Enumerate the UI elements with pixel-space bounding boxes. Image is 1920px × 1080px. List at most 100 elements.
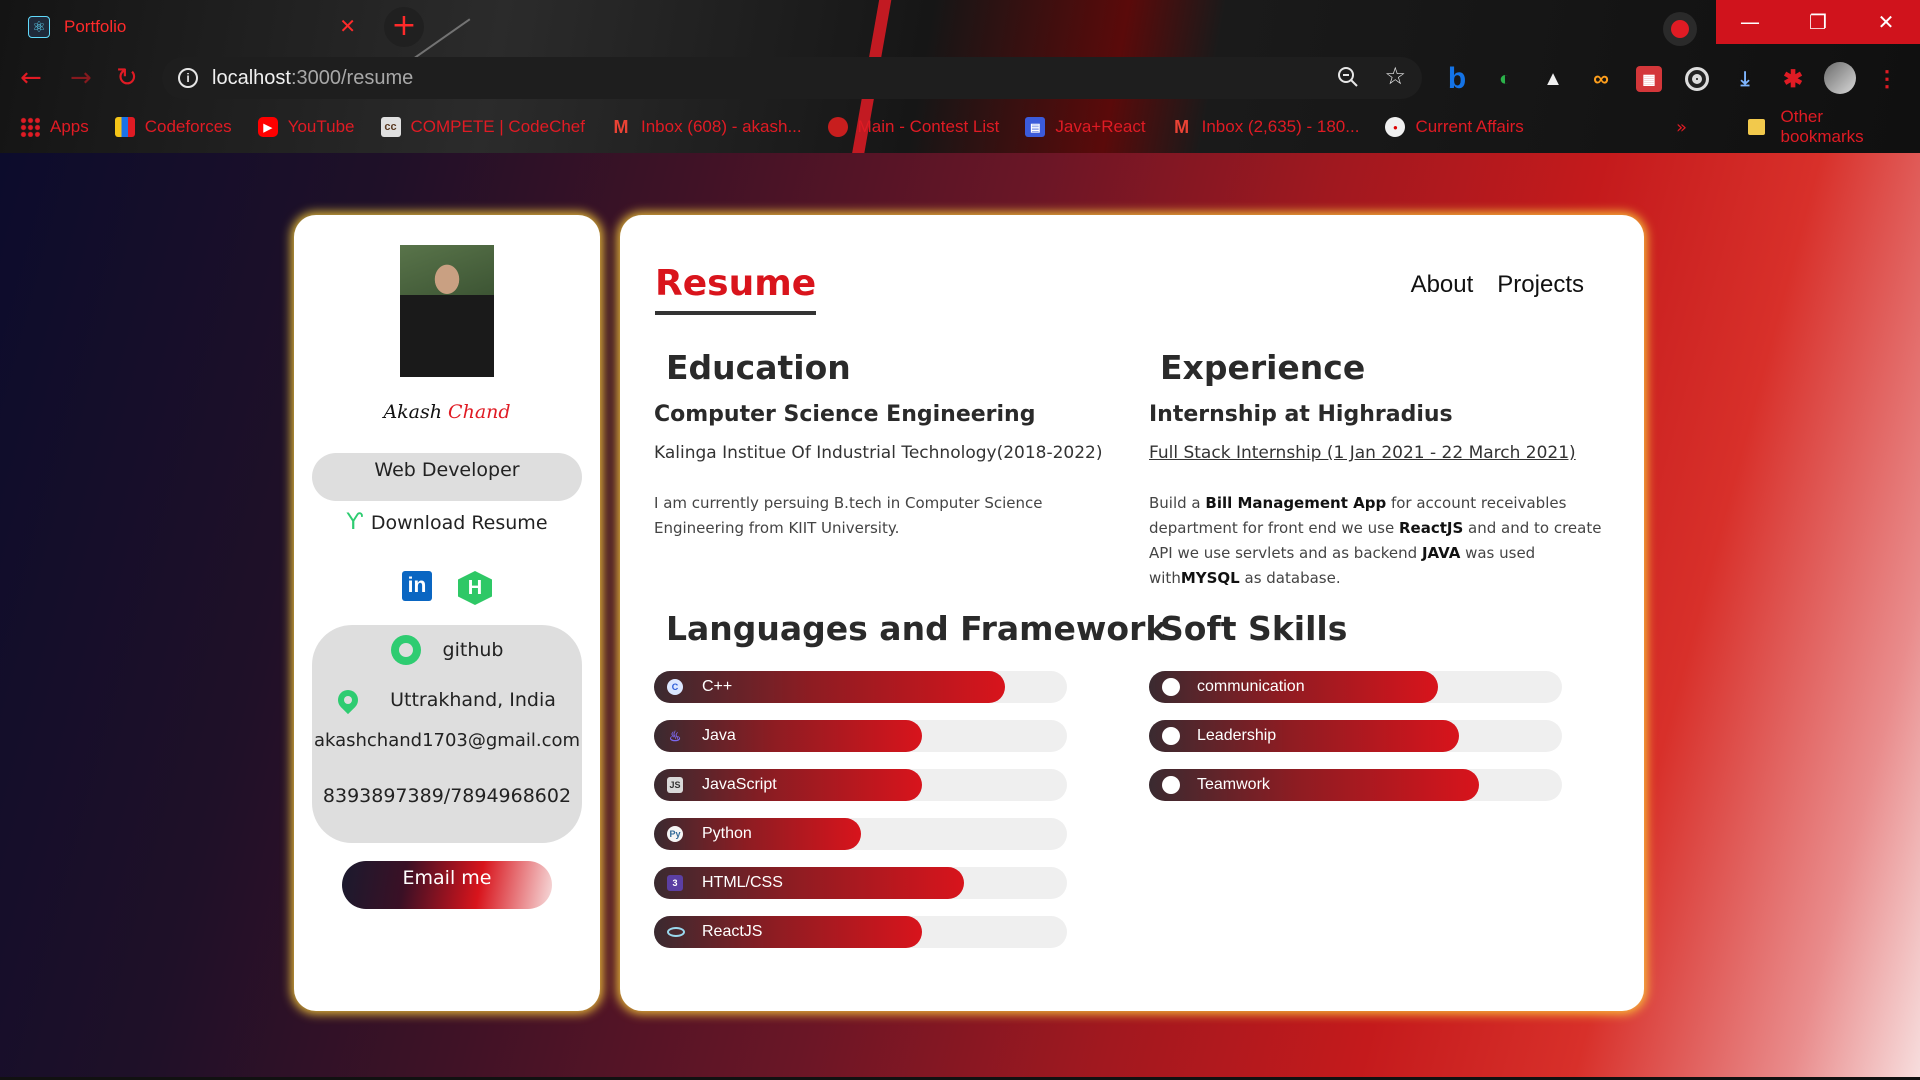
nav-projects[interactable]: Projects <box>1497 271 1584 299</box>
skill-bar: Py Python <box>654 818 1067 850</box>
youtube-icon: ▶ <box>257 117 278 137</box>
experience-description: Build a Bill Management App for account … <box>1149 491 1611 591</box>
bookmark-label: COMPETE | CodeChef <box>410 117 585 136</box>
bookmark-label: Apps <box>50 117 89 136</box>
skill-bar: Teamwork <box>1149 769 1562 801</box>
hackerrank-icon[interactable]: H <box>458 571 492 605</box>
bookmarks-bar: Apps Codeforces ▶ YouTube cc COMPETE | Cod… <box>20 107 1900 146</box>
wallpaper-extension-icon[interactable]: ◐ <box>1488 62 1522 96</box>
bullet-dot-icon <box>1162 727 1180 745</box>
first-name: Akash <box>383 401 442 423</box>
tab-title: Portfolio <box>64 17 127 36</box>
mountain-extension-icon[interactable]: ▲ <box>1536 62 1570 96</box>
browser-tab[interactable]: ⚛ Portfolio ✕ <box>14 6 368 48</box>
location-row: Uttrakhand, India <box>312 685 582 715</box>
skill-bar-label: ReactJS <box>702 923 763 940</box>
back-arrow-icon[interactable]: ← <box>20 63 42 93</box>
bullet-dot-icon <box>1162 776 1180 794</box>
experience-keyword: Bill Management App <box>1205 494 1387 512</box>
experience-keyword: JAVA <box>1421 544 1461 562</box>
education-institute: Kalinga Institue Of Industrial Technolog… <box>654 443 1103 463</box>
bookmark-label: Current Affairs <box>1415 117 1524 136</box>
site-info-icon[interactable]: i <box>178 68 198 88</box>
bookmark-youtube[interactable]: ▶ YouTube <box>257 117 355 137</box>
puzzle-extensions-icon[interactable]: ✱ <box>1776 62 1810 96</box>
other-bookmarks-label: Other bookmarks <box>1780 107 1864 146</box>
bookmark-label: Inbox (608) - akash... <box>640 117 802 136</box>
education-degree: Computer Science Engineering <box>654 402 1036 427</box>
zoom-icon[interactable] <box>1336 65 1360 89</box>
more-bookmarks-chevron-icon[interactable]: » <box>1676 117 1687 138</box>
bookmark-java-react[interactable]: ▤ Java+React <box>1025 117 1146 137</box>
pocket-extension-icon[interactable] <box>1663 12 1697 46</box>
bookmark-label: Java+React <box>1055 117 1146 136</box>
restore-button[interactable]: ❐ <box>1784 0 1852 44</box>
bullet-dot-icon <box>1162 678 1180 696</box>
email-me-button[interactable]: Email me <box>342 861 552 909</box>
bookmark-codechef[interactable]: cc COMPETE | CodeChef <box>380 117 585 137</box>
bookmark-label: Main - Contest List <box>857 117 1000 136</box>
experience-keyword: MYSQL <box>1180 569 1240 587</box>
skill-bar: ♨ Java <box>654 720 1067 752</box>
cpp-icon: C <box>667 679 683 695</box>
resume-card: Resume About Projects Education Computer… <box>620 215 1644 1011</box>
address-bar[interactable]: i localhost:3000/resume ☆ <box>162 57 1422 99</box>
coupon-extension-icon[interactable]: ∞ <box>1584 62 1618 96</box>
experience-keyword: ReactJS <box>1398 519 1464 537</box>
url-text[interactable]: localhost:3000/resume <box>212 67 413 90</box>
github-link[interactable]: github <box>312 635 582 665</box>
bookmark-codeforces[interactable]: Codeforces <box>114 117 232 137</box>
email-text: akashchand1703@gmail.com <box>313 730 581 751</box>
download-resume-link[interactable]: Ƴ Download Resume <box>294 510 600 535</box>
target-extension-icon[interactable] <box>1685 67 1709 91</box>
profile-card: Akash Chand Web Developer Ƴ Download Resu… <box>294 215 600 1011</box>
close-tab-icon[interactable]: ✕ <box>339 14 356 38</box>
grid-extension-icon[interactable]: ▦ <box>1636 66 1662 92</box>
other-bookmarks[interactable]: Other bookmarks <box>1748 107 1900 147</box>
profile-avatar[interactable] <box>1824 62 1856 94</box>
close-window-button[interactable]: ✕ <box>1852 0 1920 44</box>
skill-bar: communication <box>1149 671 1562 703</box>
window-controls: — ❐ ✕ <box>1716 0 1920 44</box>
experience-text: as database. <box>1239 569 1341 587</box>
skill-bar: JS JavaScript <box>654 769 1067 801</box>
skill-bar: ReactJS <box>654 916 1067 948</box>
bookmark-inbox-2635[interactable]: M Inbox (2,635) - 180... <box>1172 117 1359 137</box>
download-extension-icon[interactable]: ⤓ <box>1728 62 1762 96</box>
bookmark-apps[interactable]: Apps <box>20 117 89 137</box>
bookmark-star-icon[interactable]: ☆ <box>1384 62 1406 90</box>
skill-bar-fill <box>654 916 922 948</box>
skill-bar-fill <box>654 867 964 899</box>
new-tab-button[interactable]: + <box>384 7 424 47</box>
reload-icon[interactable]: ↻ <box>116 63 138 93</box>
experience-period-link[interactable]: Full Stack Internship (1 Jan 2021 - 22 M… <box>1149 441 1576 465</box>
nav-about[interactable]: About <box>1411 271 1474 299</box>
bing-extension-icon[interactable]: b <box>1440 62 1474 96</box>
forward-arrow-icon[interactable]: → <box>70 63 92 93</box>
skill-bar-label: Teamwork <box>1197 776 1270 793</box>
skill-bar-fill <box>654 720 922 752</box>
download-label: Download Resume <box>370 511 548 534</box>
url-host: localhost <box>212 66 291 89</box>
phone-text: 8393897389/7894968602 <box>322 785 572 807</box>
menu-kebab-icon[interactable]: ⋮ <box>1870 62 1904 96</box>
skill-bar-fill <box>1149 720 1459 752</box>
bookmark-current-affairs[interactable]: ● Current Affairs <box>1385 117 1524 137</box>
java-icon: ♨ <box>668 727 682 744</box>
bookmark-inbox-608[interactable]: M Inbox (608) - akash... <box>611 117 802 137</box>
contact-info-box: github Uttrakhand, India akashchand1703@… <box>312 625 582 843</box>
javascript-icon: JS <box>667 777 683 793</box>
bookmark-contest-list[interactable]: Main - Contest List <box>827 117 1000 137</box>
minimize-button[interactable]: — <box>1716 0 1784 44</box>
bookmark-label: YouTube <box>287 117 355 136</box>
location-pin-icon <box>333 685 363 715</box>
experience-role: Internship at Highradius <box>1149 402 1453 427</box>
page-nav: About Projects <box>1411 271 1584 299</box>
role-badge: Web Developer <box>312 453 582 501</box>
experience-text: Build a <box>1149 494 1206 512</box>
contest-icon <box>827 117 848 137</box>
page-background: Akash Chand Web Developer Ƴ Download Resu… <box>0 153 1920 1080</box>
skill-bar-label: communication <box>1197 678 1305 695</box>
browser-chrome: ⚛ Portfolio ✕ + — ❐ ✕ ← → ↻ i localhost:… <box>0 0 1920 153</box>
linkedin-icon[interactable]: in <box>402 571 432 601</box>
